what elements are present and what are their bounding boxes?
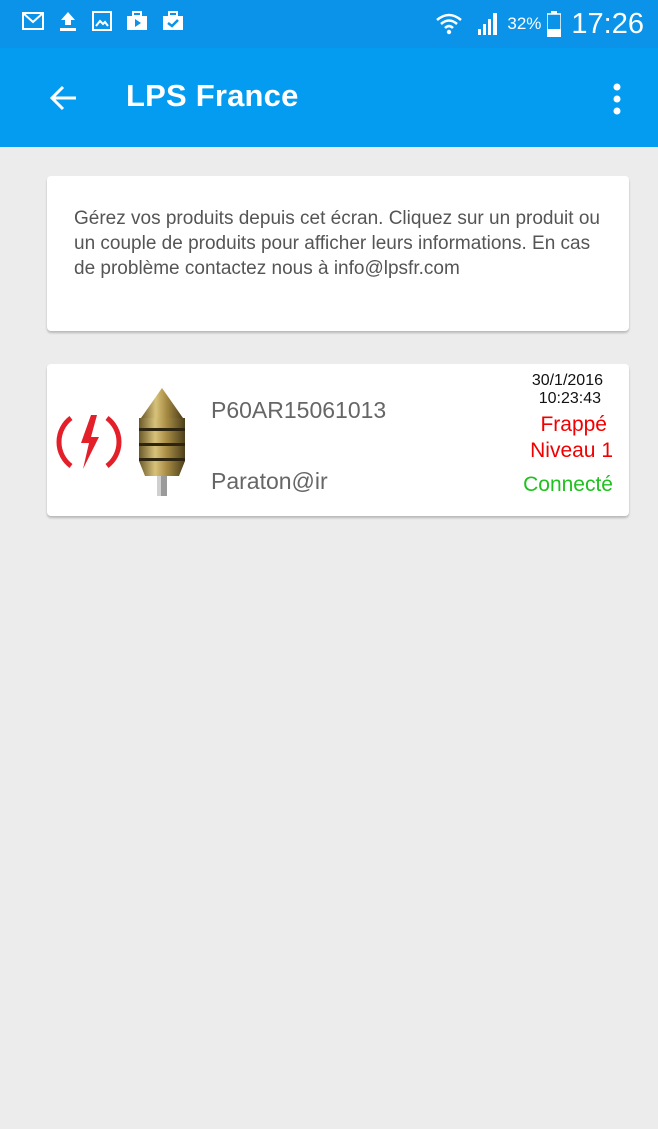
lightning-rod-device-image — [135, 386, 189, 498]
product-card[interactable]: P60AR15061013 Paraton@ir 30/1/2016 10:23… — [47, 364, 629, 516]
wifi-icon — [435, 10, 463, 38]
upload-icon — [58, 10, 78, 32]
event-date: 30/1/2016 — [531, 372, 603, 389]
battery-icon — [547, 11, 562, 37]
product-serial: P60AR15061013 — [211, 397, 387, 423]
briefcase-check-icon — [162, 11, 184, 31]
strike-level: Niveau 1 — [530, 439, 613, 462]
signal-icon — [477, 12, 499, 36]
status-bar: 32% 17:26 — [0, 0, 658, 48]
info-card: Gérez vos produits depuis cet écran. Cli… — [47, 176, 629, 331]
event-time: 10:23:43 — [538, 390, 601, 407]
info-text: Gérez vos produits depuis cet écran. Cli… — [74, 208, 600, 279]
status-bar-notifications — [22, 10, 184, 32]
connection-status: Connecté — [523, 473, 613, 496]
app-bar: LPS France — [0, 48, 658, 147]
briefcase-play-icon — [126, 11, 148, 31]
product-model: Paraton@ir — [211, 468, 328, 494]
strike-status: Frappé — [540, 413, 607, 436]
lightning-strike-icon — [53, 409, 125, 475]
more-vert-icon[interactable] — [612, 82, 622, 116]
battery-percent: 32% — [507, 14, 542, 33]
status-bar-system: 32% 17:26 — [435, 6, 644, 42]
product-status-column: 30/1/2016 10:23:43 Frappé Niveau 1 Conne… — [453, 372, 613, 498]
status-clock: 17:26 — [571, 7, 644, 40]
gallery-icon — [92, 11, 112, 31]
page-title: LPS France — [126, 78, 299, 113]
gmail-icon — [22, 12, 44, 30]
back-arrow-icon[interactable] — [48, 82, 80, 114]
